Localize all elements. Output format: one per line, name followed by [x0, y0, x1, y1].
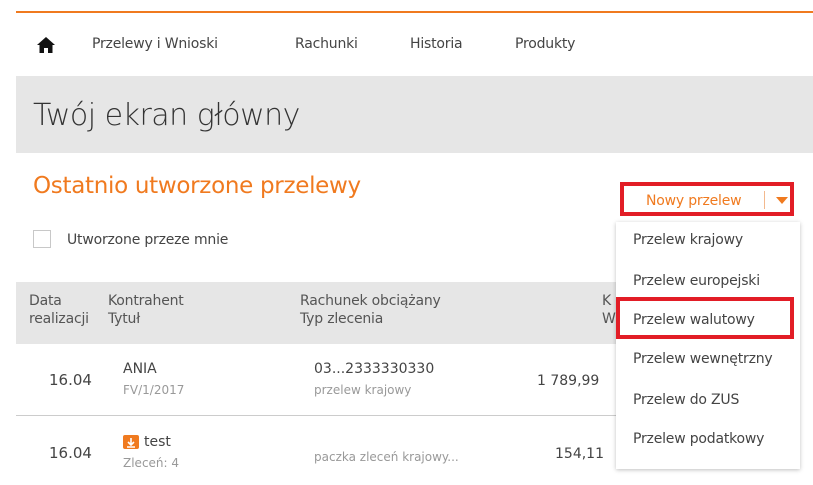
row-date: 16.04 — [49, 444, 92, 462]
header-party-line2: Tytuł — [108, 311, 140, 327]
row-type: paczka zleceń krajowy... — [314, 450, 459, 464]
section-title: Ostatnio utworzone przelewy — [33, 173, 361, 199]
column-header-party[interactable]: Kontrahent Tytuł — [108, 292, 184, 328]
menu-item-zus[interactable]: Przelew do ZUS — [633, 392, 739, 408]
header-date-line2: realizacji — [29, 311, 89, 327]
row-title: Zleceń: 4 — [123, 456, 180, 470]
row-amount: 154,11 — [555, 446, 604, 462]
nav-item-przelewy[interactable]: Przelewy i Wnioski — [92, 36, 218, 52]
main-nav: Przelewy i Wnioski Rachunki Historia Pro… — [16, 14, 813, 76]
row-date: 16.04 — [49, 371, 92, 389]
new-transfer-label: Nowy przelew — [646, 193, 742, 209]
table-row[interactable]: 16.04 ANIA FV/1/2017 03...2333330330 prz… — [16, 345, 616, 416]
created-by-me-label[interactable]: Utworzone przeze mnie — [67, 232, 228, 248]
nav-item-historia[interactable]: Historia — [410, 36, 463, 52]
highlight-box — [616, 297, 794, 339]
home-icon[interactable] — [36, 36, 56, 54]
menu-item-podatkowy[interactable]: Przelew podatkowy — [633, 431, 764, 447]
top-accent-line — [16, 11, 813, 13]
row-amount: 1 789,99 — [537, 373, 600, 389]
page-title: Twój ekran główny — [33, 98, 300, 133]
header-account-line1: Rachunek obciążany — [300, 293, 441, 309]
header-amount-line1: K — [602, 293, 611, 309]
chevron-down-icon[interactable] — [776, 197, 788, 204]
table-row[interactable]: 16.04 test Zleceń: 4 paczka zleceń krajo… — [16, 416, 616, 485]
header-account-line2: Typ zlecenia — [300, 311, 384, 327]
menu-item-wewnetrzny[interactable]: Przelew wewnętrzny — [633, 351, 773, 367]
row-title: FV/1/2017 — [123, 383, 185, 397]
header-party-line1: Kontrahent — [108, 293, 184, 309]
row-account: 03...2333330330 — [314, 361, 435, 377]
row-party: ANIA — [123, 361, 157, 377]
created-by-me-checkbox[interactable] — [33, 230, 51, 248]
row-party: test — [144, 434, 171, 450]
header-date-line1: Data — [29, 293, 62, 309]
column-header-amount[interactable]: K W — [602, 292, 616, 328]
menu-item-krajowy[interactable]: Przelew krajowy — [633, 232, 743, 248]
new-transfer-menu: Przelew krajowy Przelew europejski Przel… — [616, 222, 800, 469]
column-header-date[interactable]: Data realizacji — [29, 292, 89, 328]
button-divider — [764, 191, 765, 209]
batch-icon — [123, 435, 139, 449]
column-header-account[interactable]: Rachunek obciążany Typ zlecenia — [300, 292, 441, 328]
table-header: Data realizacji Kontrahent Tytuł Rachune… — [16, 282, 616, 344]
header-amount-line2: W — [602, 311, 616, 327]
menu-item-europejski[interactable]: Przelew europejski — [633, 273, 760, 289]
nav-item-rachunki[interactable]: Rachunki — [295, 36, 358, 52]
page-header: Twój ekran główny — [16, 76, 813, 153]
row-type: przelew krajowy — [314, 383, 412, 397]
nav-item-produkty[interactable]: Produkty — [515, 36, 575, 52]
new-transfer-button[interactable]: Nowy przelew — [620, 182, 794, 216]
